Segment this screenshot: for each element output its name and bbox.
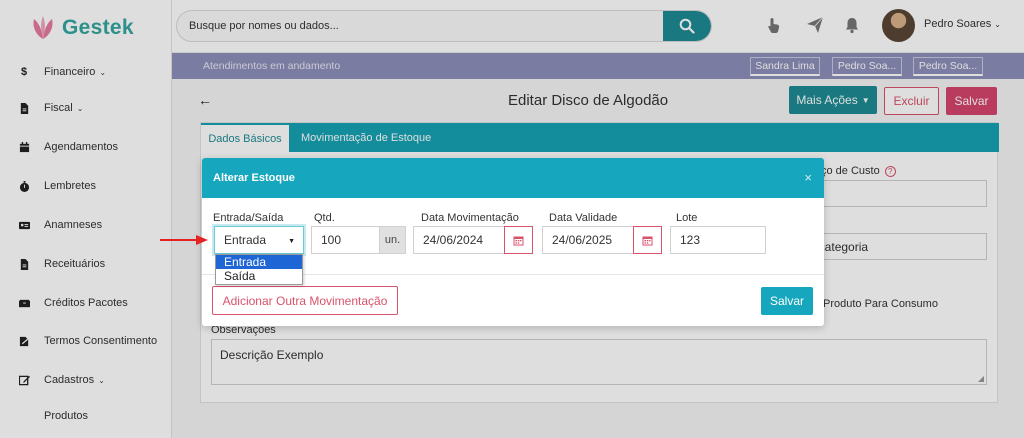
type-dropdown-list: Entrada Saída: [215, 254, 303, 285]
move-date-calendar-button[interactable]: [504, 226, 533, 254]
alter-stock-modal: Alterar Estoque × Entrada/Saída Entrada …: [202, 158, 824, 326]
calendar-icon: [513, 236, 524, 245]
expiry-date-calendar-button[interactable]: [633, 226, 662, 254]
calendar-icon: [642, 236, 653, 245]
type-select[interactable]: Entrada ▼: [214, 226, 304, 254]
move-date-field[interactable]: 24/06/2024: [413, 226, 505, 254]
type-select-value: Entrada: [224, 233, 267, 247]
lot-label: Lote: [676, 212, 698, 224]
type-label: Entrada/Saída: [213, 212, 284, 224]
lot-field[interactable]: 123: [670, 226, 766, 254]
red-arrow-annotation-icon: [160, 235, 208, 245]
add-movement-button[interactable]: Adicionar Outra Movimentação: [212, 286, 398, 315]
dropdown-option-entrada[interactable]: Entrada: [216, 255, 302, 269]
qty-label: Qtd.: [314, 212, 335, 224]
move-date-label: Data Movimentação: [421, 212, 519, 224]
qty-unit: un.: [379, 226, 406, 254]
qty-field[interactable]: 100: [311, 226, 380, 254]
close-icon[interactable]: ×: [804, 170, 812, 185]
modal-title: Alterar Estoque: [213, 172, 295, 184]
caret-down-icon: ▼: [288, 238, 295, 245]
expiry-date-field[interactable]: 24/06/2025: [542, 226, 634, 254]
modal-save-button[interactable]: Salvar: [761, 287, 813, 315]
dropdown-option-saida[interactable]: Saída: [216, 269, 302, 283]
expiry-date-label: Data Validade: [549, 212, 618, 224]
modal-header: Alterar Estoque ×: [202, 158, 824, 198]
